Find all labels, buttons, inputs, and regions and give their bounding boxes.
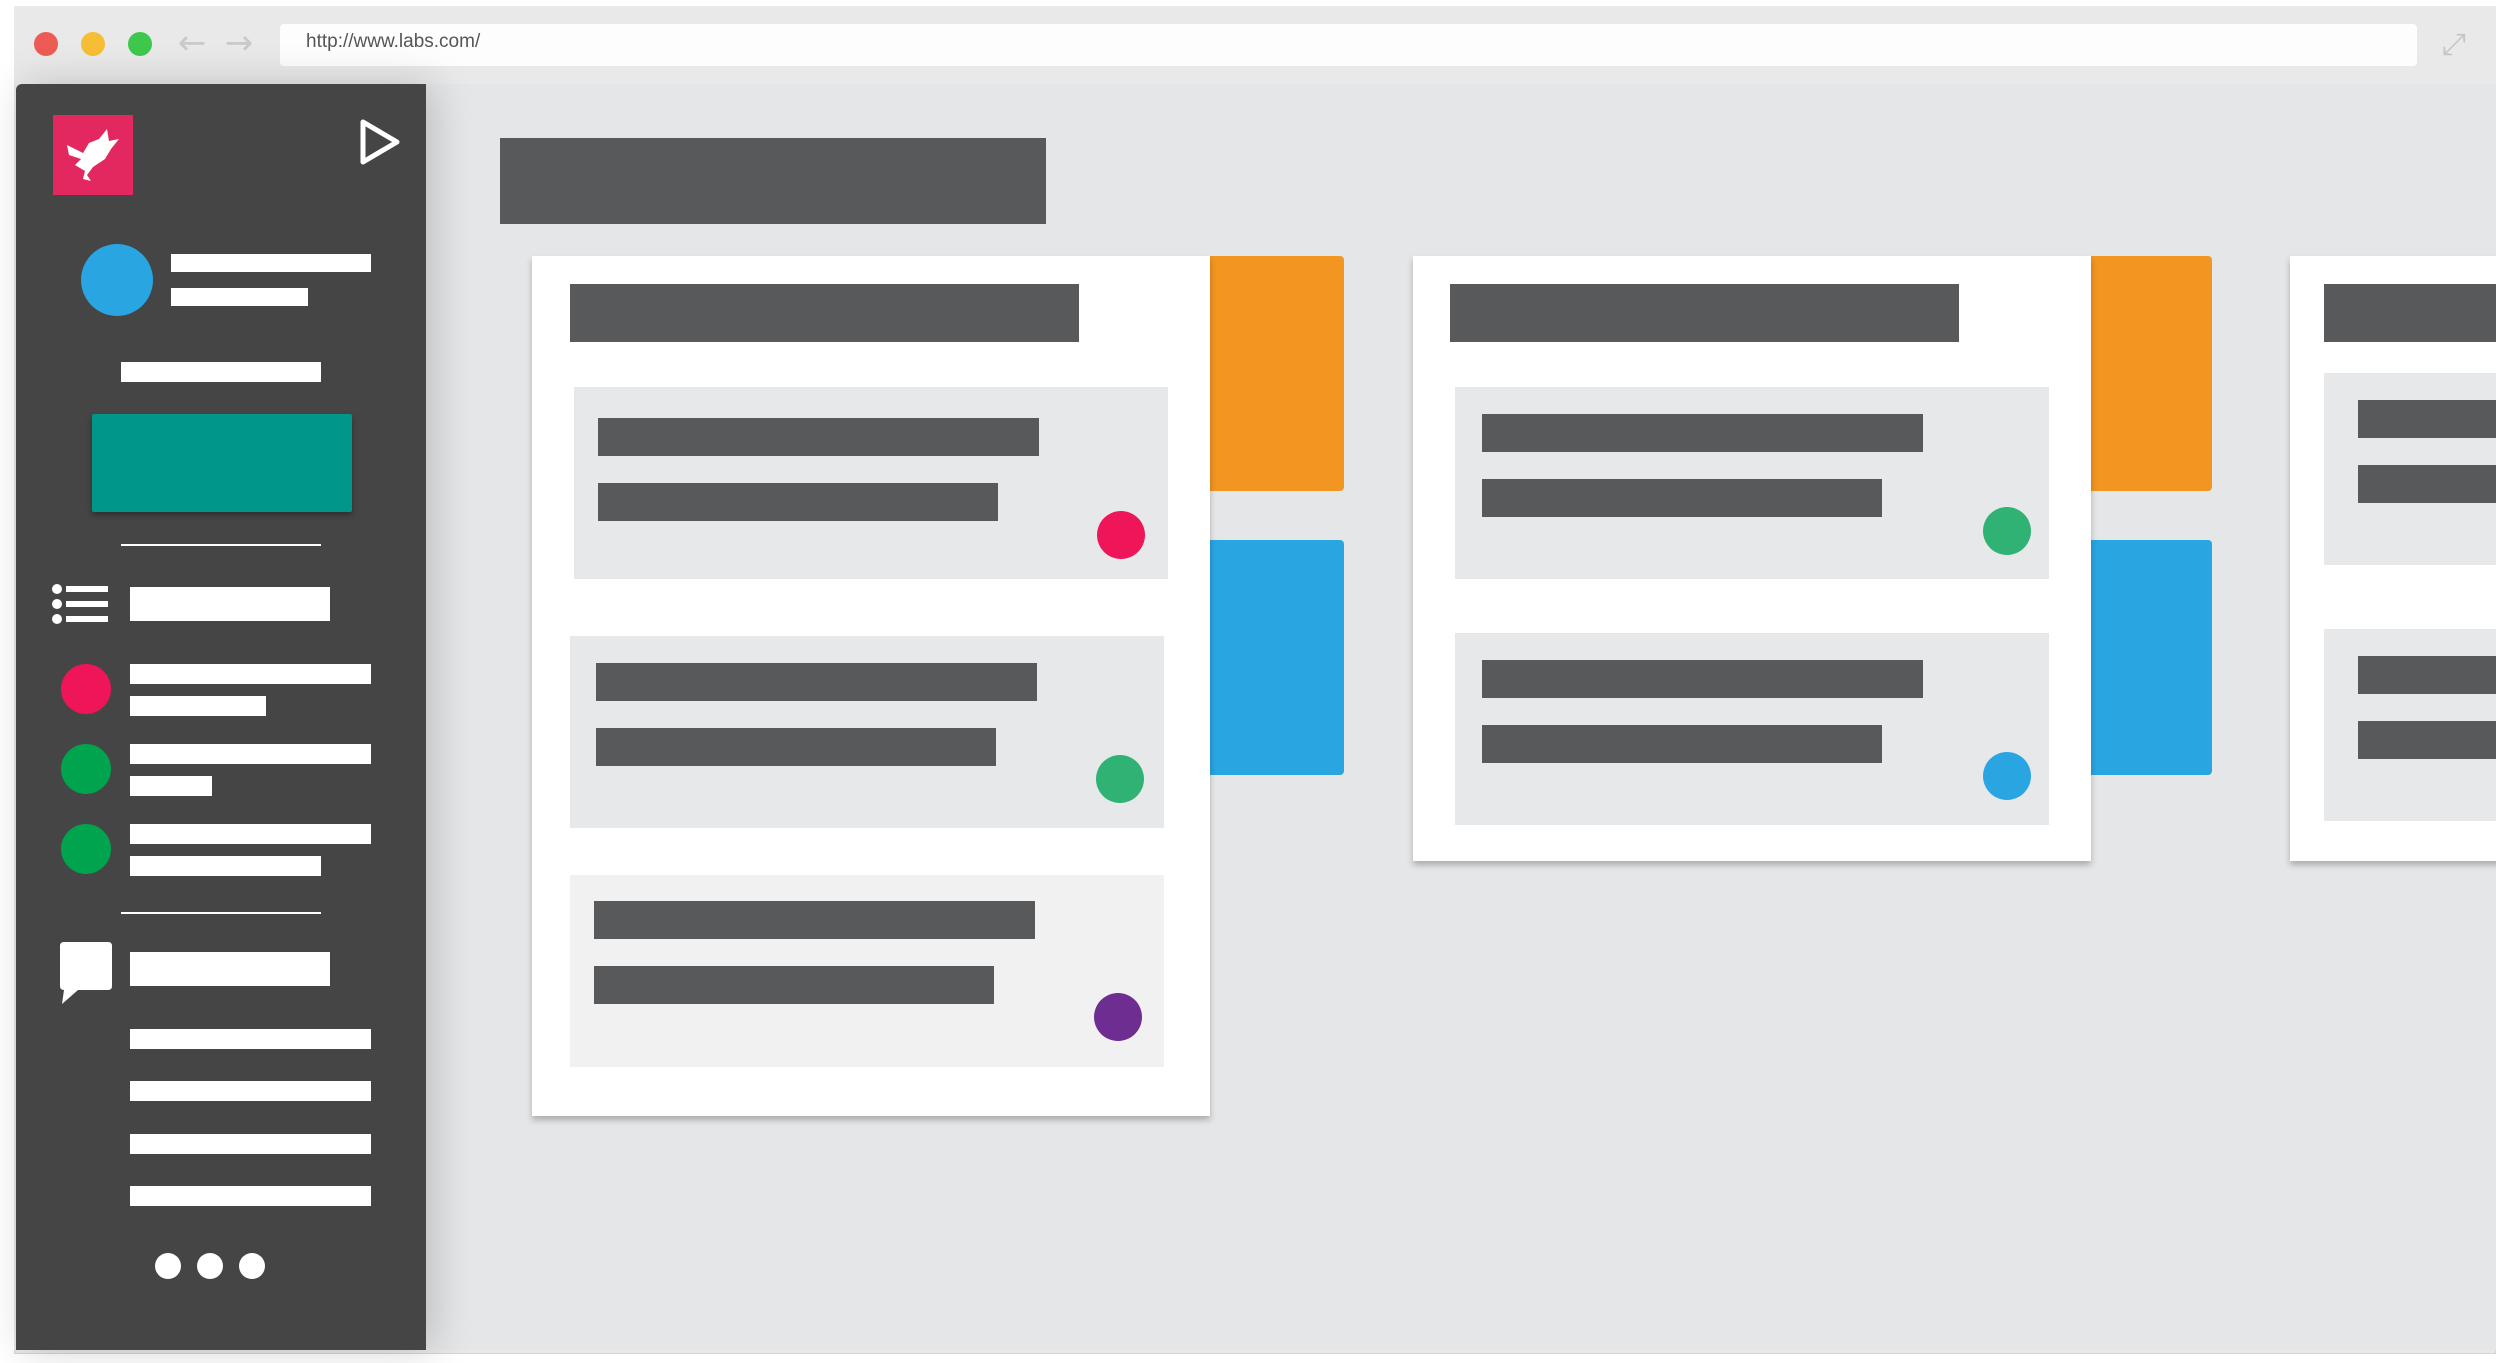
status-dot [1096,755,1144,803]
status-dot [61,744,111,794]
task-subtitle-placeholder [594,966,994,1004]
profile-name-placeholder [171,254,371,272]
task-title-placeholder [1482,414,1923,452]
task-subtitle-placeholder [1482,479,1882,517]
primary-action-button[interactable] [92,414,352,512]
task-subtitle-placeholder [2358,465,2496,503]
board-column [1413,256,2091,861]
address-bar[interactable] [280,24,2417,66]
column-title-placeholder [570,284,1079,342]
bird-logo-icon[interactable] [53,115,133,195]
status-dot [61,824,111,874]
chat-item-placeholder[interactable] [130,1081,371,1101]
list-item-placeholder[interactable] [130,776,212,796]
task-subtitle-placeholder [596,728,996,766]
chat-item-placeholder[interactable] [130,1029,371,1049]
list-icon[interactable] [52,584,108,624]
task-card[interactable] [1455,387,2049,579]
divider [121,912,321,914]
task-card[interactable] [574,387,1168,579]
arrow-right-icon[interactable]: → [222,26,256,60]
more-dots-icon[interactable] [154,1252,266,1280]
arrow-left-icon[interactable]: ← [175,26,209,60]
board-column [532,256,1210,1116]
column-tab-blue[interactable] [1209,540,1344,775]
close-window-button[interactable] [34,32,58,56]
status-dot [61,664,111,714]
column-title-placeholder [1450,284,1959,342]
list-item-placeholder[interactable] [130,856,321,876]
task-title-placeholder [596,663,1037,701]
section-label-placeholder [121,362,321,382]
task-card[interactable] [2324,373,2496,565]
task-card[interactable] [1455,633,2049,825]
status-dot [1983,507,2031,555]
divider [121,544,321,546]
list-item-placeholder[interactable] [130,824,371,844]
play-triangle-icon[interactable] [358,118,402,166]
list-item-placeholder[interactable] [130,696,266,716]
task-subtitle-placeholder [1482,725,1882,763]
task-title-placeholder [2358,400,2496,438]
chat-bubble-icon[interactable] [60,942,112,1004]
sidebar [16,84,426,1350]
column-tab-orange[interactable] [1209,256,1344,491]
address-bar-url: http://www.labs.com/ [306,31,481,52]
task-card[interactable] [2324,629,2496,821]
task-title-placeholder [1482,660,1923,698]
board-column [2290,256,2496,861]
chat-item-placeholder[interactable] [130,1186,371,1206]
status-dot [1097,511,1145,559]
column-title-placeholder [2324,284,2496,342]
chat-heading-placeholder[interactable] [130,952,330,986]
column-tab-blue[interactable] [2090,540,2212,775]
page-title-placeholder [500,138,1046,224]
task-title-placeholder [594,901,1035,939]
chat-item-placeholder[interactable] [130,1134,371,1154]
status-dot [1983,752,2031,800]
task-title-placeholder [2358,656,2496,694]
list-item-placeholder[interactable] [130,744,371,764]
profile-role-placeholder [171,288,308,306]
task-card[interactable] [570,875,1164,1067]
expand-icon[interactable]: ⤢ [2437,28,2471,62]
task-subtitle-placeholder [598,483,998,521]
task-title-placeholder [598,418,1039,456]
minimize-window-button[interactable] [81,32,105,56]
status-dot [1094,993,1142,1041]
list-item-placeholder[interactable] [130,664,371,684]
column-tab-orange[interactable] [2090,256,2212,491]
task-card[interactable] [570,636,1164,828]
task-subtitle-placeholder [2358,721,2496,759]
list-heading-placeholder[interactable] [130,587,330,621]
maximize-window-button[interactable] [128,32,152,56]
avatar[interactable] [81,244,153,316]
